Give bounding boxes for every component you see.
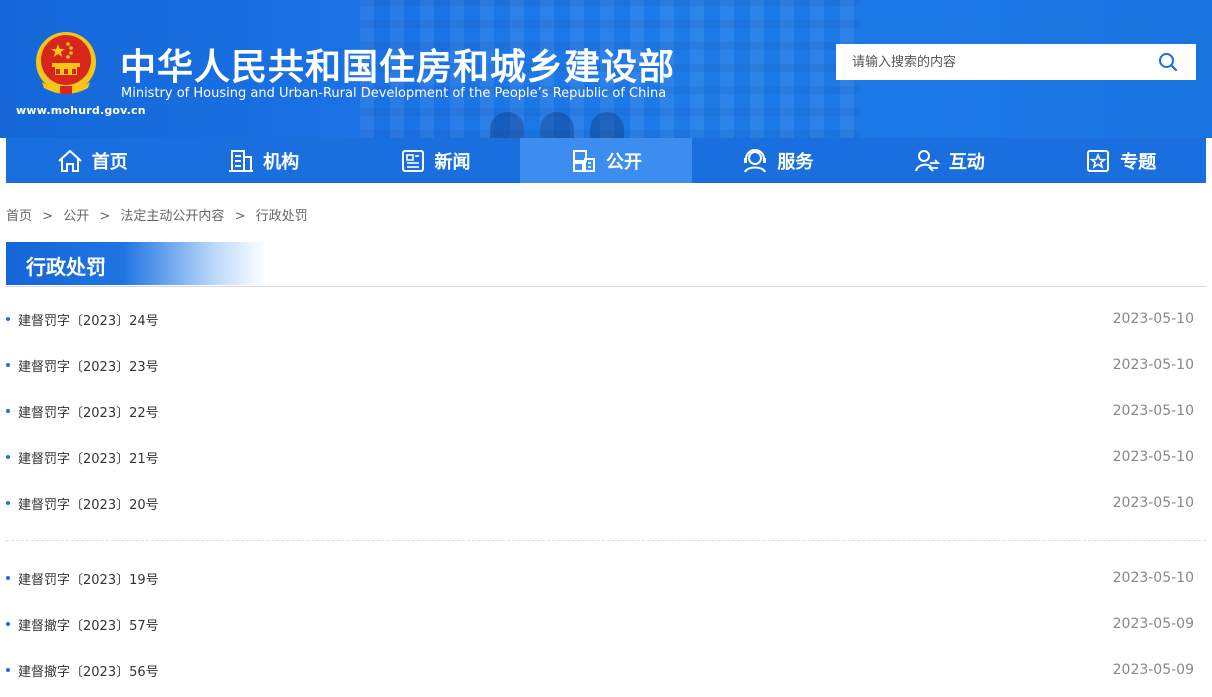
bullet-icon bbox=[6, 668, 10, 672]
nav-item-news[interactable]: 新闻 bbox=[349, 138, 520, 183]
nav-item-topic[interactable]: 专题 bbox=[1035, 138, 1206, 183]
bullet-icon bbox=[6, 622, 10, 626]
list-item-date: 2023-05-10 bbox=[1112, 311, 1194, 327]
list-item: 建督罚字〔2023〕21号 2023-05-10 bbox=[6, 434, 1206, 480]
newspaper-icon bbox=[401, 149, 424, 172]
site-title-english: Ministry of Housing and Urban-Rural Deve… bbox=[121, 86, 667, 101]
list-item: 建督罚字〔2023〕20号 2023-05-10 bbox=[6, 480, 1206, 526]
interact-icon bbox=[914, 149, 940, 172]
list-item-date: 2023-05-10 bbox=[1112, 403, 1194, 419]
nav-label: 专题 bbox=[1120, 151, 1157, 173]
nav-item-interaction[interactable]: 互动 bbox=[863, 138, 1034, 183]
topic-icon bbox=[1087, 149, 1110, 172]
list-item: 建督撤字〔2023〕57号 2023-05-09 bbox=[6, 601, 1206, 647]
list-item-date: 2023-05-10 bbox=[1112, 357, 1194, 373]
site-header: www.mohurd.gov.cn 中华人民共和国住房和城乡建设部 Minist… bbox=[0, 0, 1212, 138]
home-icon bbox=[58, 149, 82, 172]
breadcrumb-legal-disclosure[interactable]: 法定主动公开内容 bbox=[120, 209, 224, 224]
search-icon[interactable] bbox=[1158, 52, 1178, 72]
list-group: 建督罚字〔2023〕24号 2023-05-10 建督罚字〔2023〕23号 2… bbox=[6, 296, 1206, 526]
list-item-date: 2023-05-10 bbox=[1112, 570, 1194, 586]
nav-item-home[interactable]: 首页 bbox=[6, 138, 177, 183]
bullet-icon bbox=[6, 501, 10, 505]
section-header: 行政处罚 bbox=[6, 242, 1206, 287]
group-divider bbox=[6, 540, 1206, 541]
bullet-icon bbox=[6, 576, 10, 580]
list-item-date: 2023-05-09 bbox=[1112, 616, 1194, 632]
bullet-icon bbox=[6, 363, 10, 367]
nav-label: 首页 bbox=[91, 151, 128, 173]
breadcrumb-current[interactable]: 行政处罚 bbox=[256, 209, 308, 224]
breadcrumb-home[interactable]: 首页 bbox=[6, 209, 32, 224]
list-item-title[interactable]: 建督罚字〔2023〕21号 bbox=[18, 448, 159, 467]
header-building-arches bbox=[480, 108, 640, 138]
nav-label: 服务 bbox=[777, 151, 814, 173]
nav-label: 机构 bbox=[263, 151, 300, 173]
section-title-tab: 行政处罚 bbox=[6, 242, 266, 285]
list-item-title[interactable]: 建督撤字〔2023〕56号 bbox=[18, 661, 159, 680]
list-item-title[interactable]: 建督罚字〔2023〕24号 bbox=[18, 310, 159, 329]
nav-label: 新闻 bbox=[434, 151, 471, 173]
breadcrumb-separator: > bbox=[99, 209, 111, 224]
bullet-icon bbox=[6, 409, 10, 413]
breadcrumb-separator: > bbox=[42, 209, 54, 224]
main-navigation: 首页 机构 新闻 公开 服务 互动 专题 bbox=[6, 138, 1206, 183]
list-item-date: 2023-05-09 bbox=[1112, 662, 1194, 678]
list-item-title[interactable]: 建督罚字〔2023〕20号 bbox=[18, 494, 159, 513]
nav-item-service[interactable]: 服务 bbox=[692, 138, 863, 183]
list-item: 建督罚字〔2023〕23号 2023-05-10 bbox=[6, 342, 1206, 388]
bullet-icon bbox=[6, 455, 10, 459]
breadcrumb-open[interactable]: 公开 bbox=[63, 209, 89, 224]
building-icon bbox=[229, 149, 254, 172]
list-item: 建督罚字〔2023〕19号 2023-05-10 bbox=[6, 555, 1206, 601]
service-icon bbox=[744, 148, 767, 173]
list-group: 建督罚字〔2023〕19号 2023-05-10 建督撤字〔2023〕57号 2… bbox=[6, 555, 1206, 693]
site-url: www.mohurd.gov.cn bbox=[16, 104, 146, 117]
site-title-chinese[interactable]: 中华人民共和国住房和城乡建设部 bbox=[120, 38, 675, 90]
nav-label: 公开 bbox=[605, 151, 642, 173]
disclosure-icon bbox=[572, 149, 595, 172]
national-emblem-icon[interactable] bbox=[32, 30, 100, 98]
document-list: 建督罚字〔2023〕24号 2023-05-10 建督罚字〔2023〕23号 2… bbox=[6, 296, 1206, 693]
search-input[interactable] bbox=[836, 44, 1152, 80]
breadcrumb: 首页 > 公开 > 法定主动公开内容 > 行政处罚 bbox=[6, 205, 308, 224]
bullet-icon bbox=[6, 317, 10, 321]
nav-item-disclosure[interactable]: 公开 bbox=[520, 138, 692, 183]
list-item: 建督罚字〔2023〕22号 2023-05-10 bbox=[6, 388, 1206, 434]
list-item: 建督罚字〔2023〕24号 2023-05-10 bbox=[6, 296, 1206, 342]
list-item-date: 2023-05-10 bbox=[1112, 449, 1194, 465]
nav-item-organization[interactable]: 机构 bbox=[177, 138, 348, 183]
list-item-title[interactable]: 建督罚字〔2023〕23号 bbox=[18, 356, 159, 375]
list-item-title[interactable]: 建督罚字〔2023〕22号 bbox=[18, 402, 159, 421]
list-item-title[interactable]: 建督罚字〔2023〕19号 bbox=[18, 569, 159, 588]
breadcrumb-separator: > bbox=[234, 209, 246, 224]
section-title: 行政处罚 bbox=[26, 255, 106, 279]
search-box bbox=[836, 44, 1196, 80]
nav-label: 互动 bbox=[948, 151, 985, 173]
list-item: 建督撤字〔2023〕56号 2023-05-09 bbox=[6, 647, 1206, 693]
list-item-date: 2023-05-10 bbox=[1112, 495, 1194, 511]
list-item-title[interactable]: 建督撤字〔2023〕57号 bbox=[18, 615, 159, 634]
